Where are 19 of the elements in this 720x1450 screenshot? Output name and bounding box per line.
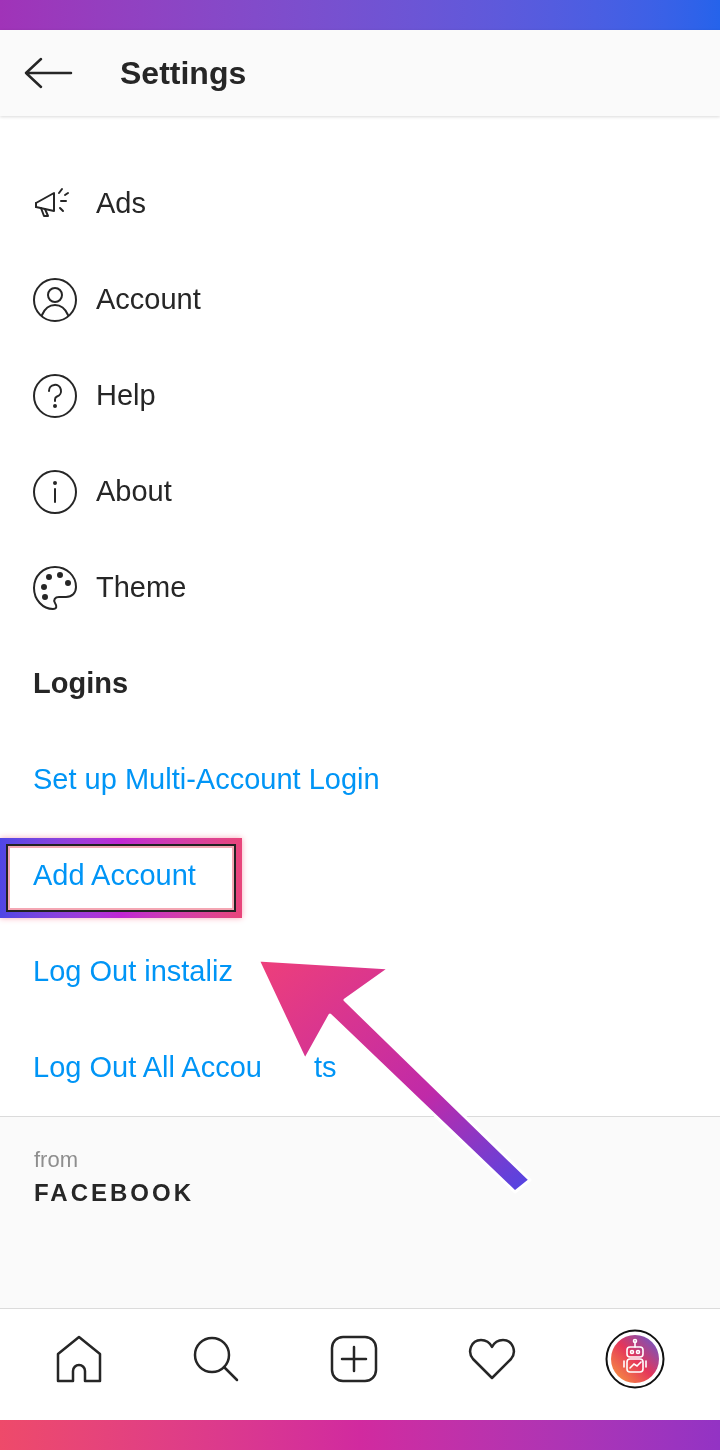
- facebook-wordmark: FACEBOOK: [34, 1181, 195, 1205]
- avatar-icon[interactable]: [605, 1328, 666, 1389]
- page-title: Settings: [120, 54, 247, 93]
- menu-item-label[interactable]: Ads: [96, 182, 146, 226]
- help-icon: [32, 373, 78, 419]
- menu-item-label[interactable]: Account: [96, 278, 201, 322]
- menu-item-label[interactable]: About: [96, 470, 172, 514]
- footer-from: from: [34, 1149, 79, 1171]
- menu-item-label[interactable]: Theme: [96, 566, 187, 610]
- section-heading: Logins: [33, 666, 129, 702]
- person-icon: [32, 277, 78, 323]
- back-arrow-icon: [23, 57, 73, 89]
- search-icon[interactable]: [192, 1334, 241, 1383]
- menu-item-label[interactable]: Help: [96, 374, 156, 418]
- heart-icon[interactable]: [467, 1337, 516, 1380]
- home-icon[interactable]: [54, 1334, 103, 1383]
- palette-icon: [32, 565, 78, 611]
- plus-icon[interactable]: [330, 1334, 378, 1383]
- info-icon: [32, 469, 78, 515]
